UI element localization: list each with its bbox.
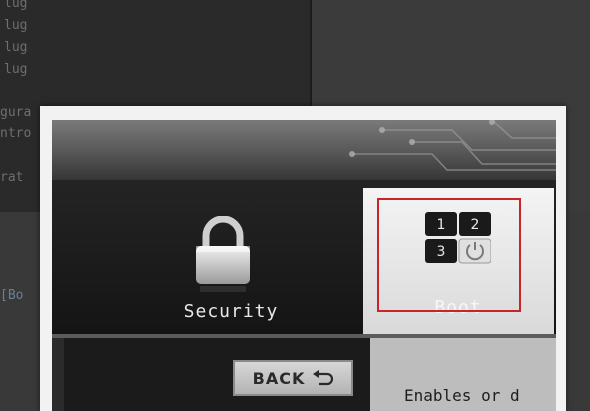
return-arrow-icon — [313, 370, 334, 386]
bios-screen: Security 1 2 3 Boot BACK Enables or d — [52, 120, 556, 411]
security-label: Security — [183, 301, 279, 322]
back-button-label: BACK — [252, 368, 306, 388]
bottom-bar: BACK Enables or d — [52, 338, 556, 411]
terminal-line: lug — [4, 40, 28, 55]
terminal-line: lug — [4, 18, 28, 33]
bios-photo: Security 1 2 3 Boot BACK Enables or d — [40, 106, 566, 411]
terminal-line: lug — [4, 62, 28, 77]
circuit-header — [52, 120, 556, 186]
terminal-line: lug — [4, 0, 28, 11]
padlock-icon — [196, 216, 250, 292]
terminal-line: rat — [0, 170, 24, 185]
description-text: Enables or d — [404, 386, 520, 405]
background-tag-text: [Bo — [0, 288, 24, 303]
terminal-line: gura — [0, 105, 32, 120]
description-panel: Enables or d — [370, 338, 556, 411]
terminal-line: ntro — [0, 126, 32, 141]
security-tile[interactable]: Security — [52, 180, 368, 322]
back-button[interactable]: BACK — [233, 360, 353, 396]
selection-highlight-box — [377, 198, 521, 312]
left-edge-shadow — [52, 338, 64, 411]
circuit-pattern — [349, 120, 556, 171]
